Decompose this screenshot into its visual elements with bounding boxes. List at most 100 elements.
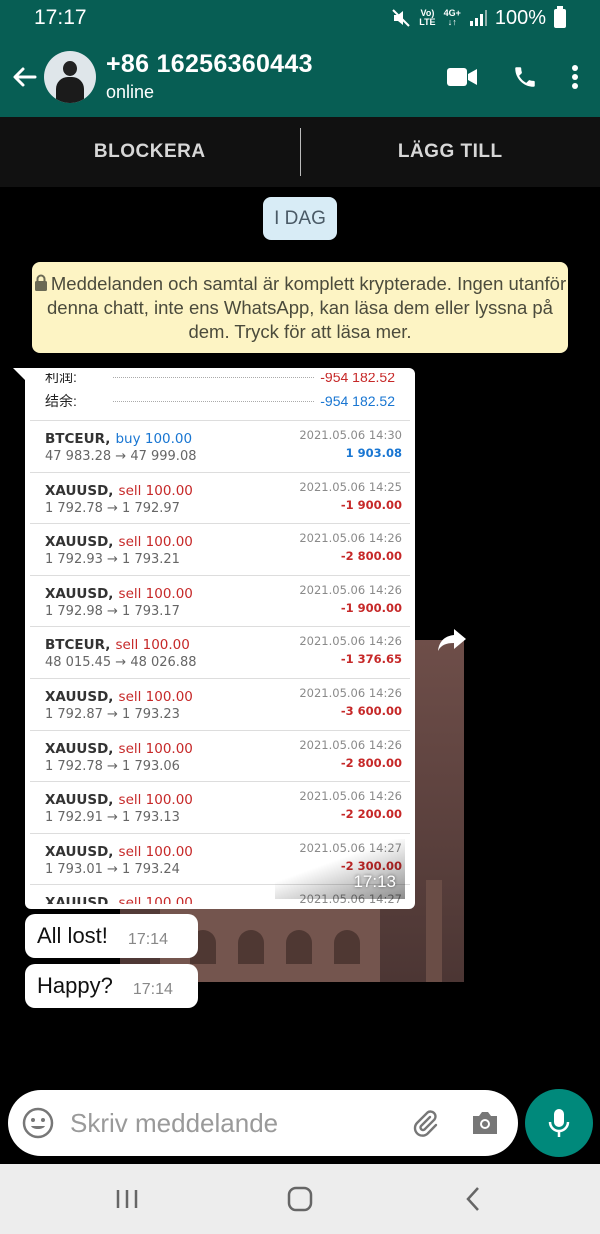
trade-symbol: XAUUSD, (45, 843, 114, 860)
back-nav-button[interactable] (443, 1174, 503, 1224)
trade-row: XAUUSD, sell 100.00 1 792.93 → 1 793.21 20… (30, 524, 410, 576)
trade-pnl: -3 600.00 (340, 703, 402, 718)
trade-side: sell 100.00 (118, 792, 193, 809)
phone-icon[interactable] (512, 64, 538, 90)
trade-symbol: XAUUSD, (45, 895, 114, 904)
trade-side: sell 100.00 (118, 843, 193, 860)
back-button[interactable] (4, 64, 44, 90)
message-text: All lost! (37, 923, 108, 948)
trade-datetime: 2021.05.06 14:26 (299, 737, 402, 752)
balance-label: 结余: (45, 393, 77, 409)
image-message-time: 17:13 (353, 872, 396, 891)
message-bubble[interactable]: All lost! 17:14 (25, 914, 198, 958)
trade-pnl: -2 800.00 (340, 755, 402, 770)
back-arrow-icon (13, 67, 37, 86)
lock-icon (34, 274, 47, 291)
trade-datetime: 2021.05.06 14:25 (299, 479, 402, 494)
contact-name: +86 16256360443 (106, 50, 313, 78)
trade-result: 2021.05.06 14:26 -2 800.00 (299, 738, 402, 782)
trade-info: XAUUSD, sell 100.00 (45, 892, 193, 904)
trade-info: XAUUSD, sell 100.00 1 792.91 → 1 793.13 (45, 789, 193, 833)
add-contact-button[interactable]: LÄGG TILL (301, 141, 600, 163)
home-icon (287, 1186, 313, 1212)
trade-prices: 48 015.45 → 48 026.88 (45, 655, 197, 671)
date-chip: I DAG (263, 197, 337, 240)
trade-info: XAUUSD, sell 100.00 1 793.01 → 1 793.24 (45, 841, 193, 885)
trade-prices: 1 792.91 → 1 793.13 (45, 810, 180, 826)
chat-header: +86 16256360443 online (0, 36, 600, 117)
trade-symbol: XAUUSD, (45, 482, 114, 499)
avatar[interactable] (44, 50, 96, 103)
message-time: 17:14 (132, 981, 173, 998)
message-input[interactable] (70, 1107, 410, 1139)
trade-datetime: 2021.05.06 14:26 (299, 789, 402, 804)
trade-info: XAUUSD, sell 100.00 1 792.78 → 1 792.97 (45, 480, 193, 524)
trade-pnl: -2 200.00 (340, 807, 402, 822)
trade-symbol: XAUUSD, (45, 740, 114, 757)
message-bubble[interactable]: Happy? 17:14 (25, 964, 198, 1008)
trade-datetime: 2021.05.06 14:26 (299, 582, 402, 597)
trade-prices: 1 793.01 → 1 793.24 (45, 861, 180, 877)
trade-row: XAUUSD, sell 100.00 1 792.78 → 1 792.97 20… (30, 473, 410, 525)
trade-row: XAUUSD, sell 100.00 1 792.78 → 1 793.06 20… (30, 731, 410, 783)
encryption-notice[interactable]: Meddelanden och samtal är komplett krypt… (32, 262, 568, 353)
trade-result: 2021.05.06 14:26 -2 800.00 (299, 531, 402, 575)
trade-pnl: -1 900.00 (340, 497, 402, 512)
trade-datetime: 2021.05.06 14:26 (299, 685, 402, 700)
block-button[interactable]: BLOCKERA (0, 141, 300, 163)
trade-result: 2021.05.06 14:25 -1 900.00 (299, 480, 402, 524)
unknown-contact-actions: BLOCKERA LÄGG TILL (0, 117, 600, 187)
voice-message-button[interactable] (525, 1089, 593, 1157)
trade-prices: 1 792.78 → 1 793.06 (45, 758, 180, 774)
trade-row: XAUUSD, sell 100.00 1 792.91 → 1 793.13 20… (30, 782, 410, 834)
trade-prices: 47 983.28 → 47 999.08 (45, 449, 197, 464)
trade-info: XAUUSD, sell 100.00 1 792.93 → 1 793.21 (45, 531, 193, 575)
trade-result: 2021.05.06 14:26 -3 600.00 (299, 686, 402, 730)
trade-prices: 1 792.93 → 1 793.21 (45, 552, 180, 568)
trade-side: sell 100.00 (118, 534, 193, 551)
trade-symbol: XAUUSD, (45, 534, 114, 551)
composer (8, 1090, 518, 1156)
trade-symbol: XAUUSD, (45, 792, 114, 809)
camera-icon[interactable] (470, 1110, 500, 1136)
battery-percent: 100% (494, 6, 546, 29)
emoji-button[interactable] (22, 1107, 54, 1139)
trade-side: sell 100.00 (115, 637, 190, 654)
attach-icon[interactable] (410, 1108, 440, 1138)
contact-info[interactable]: +86 16256360443 online (106, 50, 446, 103)
trade-pnl: -2 800.00 (340, 549, 402, 564)
image-message[interactable]: 利润: -954 182.52 结余: -954 182.52 BTCEUR, … (13, 368, 415, 909)
trade-side: sell 100.00 (118, 585, 193, 602)
trade-result: 2021.05.06 14:26 -1 900.00 (299, 583, 402, 627)
microphone-icon (548, 1109, 570, 1137)
more-options-icon[interactable] (572, 64, 578, 90)
profit-label: 利润: (45, 373, 77, 385)
trade-side: sell 100.00 (118, 688, 193, 705)
profit-value: -954 182.52 (320, 373, 395, 385)
trade-symbol: BTCEUR, (45, 637, 111, 654)
trade-side: sell 100.00 (118, 482, 193, 499)
home-button[interactable] (270, 1174, 330, 1224)
back-nav-icon (466, 1187, 480, 1211)
trade-list: BTCEUR, buy 100.00 47 983.28 → 47 999.08 2… (30, 420, 410, 904)
message-text: Happy? (37, 973, 113, 998)
trade-info: BTCEUR, sell 100.00 48 015.45 → 48 026.88 (45, 634, 196, 678)
data-indicator: 4G+ ↓↑ (443, 8, 461, 27)
balance-value: -954 182.52 (320, 393, 395, 409)
trade-datetime: 2021.05.06 14:30 (299, 428, 402, 442)
trade-info: XAUUSD, sell 100.00 1 792.87 → 1 793.23 (45, 686, 193, 730)
trade-prices: 1 792.98 → 1 793.17 (45, 603, 180, 619)
system-nav-bar (0, 1164, 600, 1234)
recent-apps-button[interactable] (97, 1174, 157, 1224)
trade-side: sell 100.00 (118, 740, 193, 757)
trade-symbol: BTCEUR, (45, 431, 111, 447)
trade-info: BTCEUR, buy 100.00 47 983.28 → 47 999.08 (45, 428, 196, 472)
status-bar: 17:17 Vo) LTE 4G+ ↓↑ 100% (0, 0, 600, 36)
trade-prices: 1 792.87 → 1 793.23 (45, 706, 180, 722)
forward-button[interactable] (434, 622, 470, 658)
trade-pnl: 1 903.08 (345, 446, 402, 460)
trade-datetime: 2021.05.06 14:26 (299, 531, 402, 546)
trade-pnl: -1 900.00 (340, 600, 402, 615)
video-call-icon[interactable] (446, 66, 478, 88)
trade-pnl: -1 376.65 (340, 652, 402, 667)
